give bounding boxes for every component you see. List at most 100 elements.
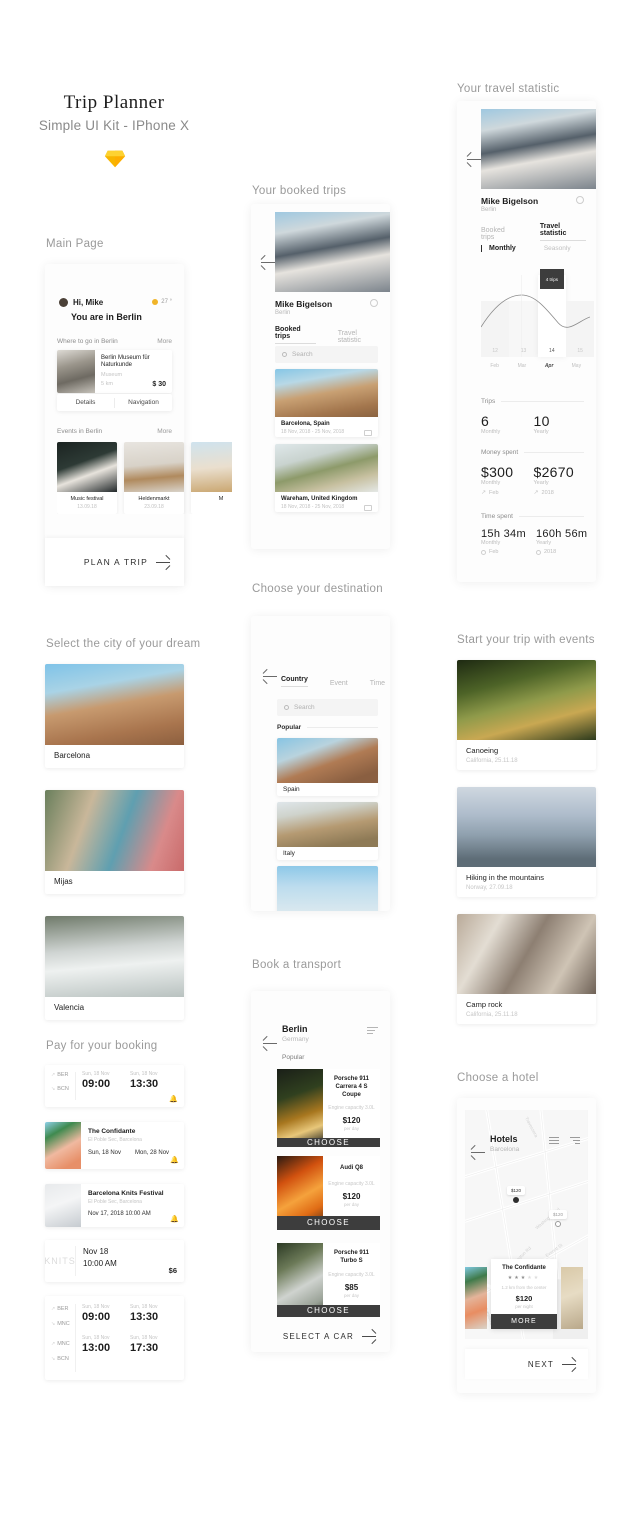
navigation-button[interactable]: Navigation bbox=[115, 399, 172, 406]
hotel-booking-card[interactable]: The Confidante El Poble Sec, Barcelona S… bbox=[45, 1122, 184, 1169]
event-card[interactable]: Heldenmarkt 23.09.18 bbox=[124, 442, 184, 514]
leg1-from: BER bbox=[57, 1306, 69, 1312]
back-arrow-icon[interactable] bbox=[467, 147, 481, 165]
leg2-depart-time: 13:00 bbox=[82, 1342, 111, 1354]
map-pin[interactable]: $120 bbox=[507, 1186, 526, 1203]
stat-note-yearly: 2018 bbox=[544, 549, 557, 555]
ticket-icon[interactable] bbox=[364, 430, 372, 436]
search-input[interactable]: Search bbox=[275, 346, 378, 363]
city-card-mijas[interactable]: Mijas bbox=[45, 790, 184, 894]
tab-travel-statistic[interactable]: Travel statistic bbox=[338, 330, 380, 344]
stat-value-yearly: $2670 bbox=[533, 464, 574, 480]
profile-photo bbox=[481, 109, 596, 189]
event-card[interactable]: Music festival 13.09.18 bbox=[57, 442, 117, 514]
hotel-card[interactable]: The Confidante ★★★★★ 1.2 km from the cen… bbox=[491, 1259, 557, 1329]
ticket-icon[interactable] bbox=[364, 505, 372, 511]
list-icon[interactable] bbox=[549, 1137, 559, 1144]
bell-filled-icon[interactable]: 🔔 bbox=[169, 1095, 178, 1103]
car-name: Porsche 911 Carrera 4 S Coupe bbox=[333, 1076, 370, 1098]
plan-trip-bar[interactable]: PLAN A TRIP bbox=[45, 538, 184, 586]
details-button[interactable]: Details bbox=[57, 399, 114, 406]
event-photo bbox=[457, 787, 596, 867]
user-city: Berlin bbox=[481, 207, 497, 213]
leg2-depart-date: Sun, 18 Nov bbox=[82, 1335, 110, 1341]
choose-button[interactable]: CHOOSE bbox=[277, 1304, 380, 1317]
gear-icon[interactable] bbox=[370, 299, 378, 307]
back-arrow-icon[interactable] bbox=[471, 1140, 485, 1158]
search-icon bbox=[284, 705, 289, 710]
hotel-address: El Poble Sec, Barcelona bbox=[88, 1137, 142, 1143]
ui-kit-poster: Trip Planner Simple UI Kit - IPhone X Ma… bbox=[0, 0, 640, 1515]
bell-outline-icon[interactable]: 🔔 bbox=[170, 1156, 179, 1164]
event-booking-card[interactable]: Barcelona Knits Festival El Poble Sec, B… bbox=[45, 1184, 184, 1227]
map[interactable]: Travessera Washington Rd Washington Rd E… bbox=[465, 1110, 588, 1339]
events-carousel[interactable]: Music festival 13.09.18 Heldenmarkt 23.0… bbox=[57, 442, 232, 514]
tab-booked-trips[interactable]: Booked trips bbox=[481, 227, 518, 241]
car-card[interactable]: Porsche 911 Carrera 4 S Coupe Engine cap… bbox=[277, 1069, 380, 1148]
hotel-photo-prev[interactable] bbox=[465, 1267, 487, 1329]
city-card-valencia[interactable]: Valencia bbox=[45, 916, 184, 1020]
flight-card-1[interactable]: ↗ BER ↘ BCN Sun, 18 Nov 09:00 Sun, 18 Nov … bbox=[45, 1065, 184, 1107]
bell-outline-icon[interactable]: 🔔 bbox=[170, 1215, 179, 1223]
trips-chart[interactable]: 4 trips 12 13 14 15 Feb Mar Apr May bbox=[481, 269, 595, 379]
avatar[interactable] bbox=[59, 298, 68, 307]
filter-icon[interactable] bbox=[367, 1027, 378, 1034]
arrow-right-icon bbox=[562, 1363, 576, 1365]
stat-note-monthly: Feb bbox=[489, 489, 499, 496]
hotel-photo-next[interactable] bbox=[561, 1267, 583, 1329]
city-card-barcelona[interactable]: Barcelona bbox=[45, 664, 184, 768]
event-card-hiking[interactable]: Hiking in the mountains Norway, 27.09.18 bbox=[457, 787, 596, 897]
back-arrow-icon[interactable] bbox=[261, 250, 275, 268]
filter-icon[interactable] bbox=[570, 1137, 580, 1144]
hotel-title: The Confidante bbox=[88, 1128, 136, 1135]
event-card-canoeing[interactable]: Canoeing California, 25.11.18 bbox=[457, 660, 596, 770]
event-card-camp-rock[interactable]: Camp rock California, 25.11.18 bbox=[457, 914, 596, 1024]
choose-button[interactable]: CHOOSE bbox=[277, 1138, 380, 1148]
depart-date: Sun, 18 Nov bbox=[82, 1071, 110, 1077]
flight-to: BCN bbox=[57, 1086, 69, 1092]
trip-card[interactable]: Barcelona, Spain 18 Nov, 2018 - 25 Nov, … bbox=[275, 369, 378, 437]
event-title: M bbox=[218, 496, 224, 502]
select-car-button[interactable]: SELECT A CAR bbox=[283, 1332, 354, 1341]
back-arrow-icon[interactable] bbox=[263, 1031, 277, 1049]
stat-label-yearly: Yearly bbox=[536, 540, 552, 546]
tab-booked-trips[interactable]: Booked trips bbox=[275, 326, 316, 344]
tab-country[interactable]: Country bbox=[281, 676, 308, 687]
caption-main-page: Main Page bbox=[46, 238, 104, 250]
trip-card[interactable]: Wareham, United Kingdom 18 Nov, 2018 - 2… bbox=[275, 444, 378, 512]
period-monthly[interactable]: Monthly bbox=[481, 245, 516, 252]
car-price: $85 bbox=[344, 1282, 359, 1292]
plan-trip-button[interactable]: PLAN A TRIP bbox=[84, 557, 148, 567]
more-button[interactable]: MORE bbox=[491, 1314, 557, 1329]
tab-time[interactable]: Time bbox=[370, 680, 385, 687]
tab-event[interactable]: Event bbox=[330, 680, 348, 687]
event-card[interactable]: M bbox=[191, 442, 232, 514]
leg2-to: BCN bbox=[57, 1356, 69, 1362]
hotel-carousel[interactable]: The Confidante ★★★★★ 1.2 km from the cen… bbox=[465, 1259, 588, 1329]
ticket-card[interactable]: KNITS Nov 18 10:00 AM $6 bbox=[45, 1240, 184, 1282]
chart-xtick-active: Apr bbox=[544, 363, 554, 369]
car-card[interactable]: Audi Q8 Engine capacity 3.0L $120 per da… bbox=[277, 1156, 380, 1230]
back-arrow-icon[interactable] bbox=[263, 664, 277, 682]
tab-travel-statistic[interactable]: Travel statistic bbox=[539, 223, 586, 241]
period-seasonly[interactable]: Seasonly bbox=[544, 245, 571, 252]
event-meta: California, 25.11.18 bbox=[466, 758, 518, 764]
trend-up-icon: ↗ bbox=[533, 490, 539, 496]
flight-card-2[interactable]: ↗ BER ↘ MNC ↗ MNC ↘ BCN Sun, 18 Nov 09:00 Su… bbox=[45, 1296, 184, 1380]
choose-button[interactable]: CHOOSE bbox=[277, 1215, 380, 1230]
destination-card[interactable]: Italy bbox=[277, 802, 378, 860]
next-button[interactable]: NEXT bbox=[528, 1360, 554, 1369]
next-bar[interactable]: NEXT bbox=[465, 1349, 588, 1379]
destination-name: Italy bbox=[283, 850, 295, 857]
destination-card[interactable] bbox=[277, 866, 378, 911]
map-pin[interactable]: $120 bbox=[549, 1210, 568, 1227]
where-to-go-more[interactable]: More bbox=[157, 338, 172, 345]
select-car-bar[interactable]: SELECT A CAR bbox=[251, 1320, 390, 1352]
events-more[interactable]: More bbox=[157, 428, 172, 435]
destination-card[interactable]: Spain bbox=[277, 738, 378, 796]
gear-icon[interactable] bbox=[576, 196, 584, 204]
place-card[interactable]: Berlin Museum für Naturkunde Museum 5 km… bbox=[57, 350, 172, 393]
car-card[interactable]: Porsche 911 Turbo S Engine capacity 3.0L… bbox=[277, 1243, 380, 1317]
stat-label-monthly: Monthly bbox=[481, 540, 501, 546]
search-input[interactable]: Search bbox=[277, 699, 378, 716]
